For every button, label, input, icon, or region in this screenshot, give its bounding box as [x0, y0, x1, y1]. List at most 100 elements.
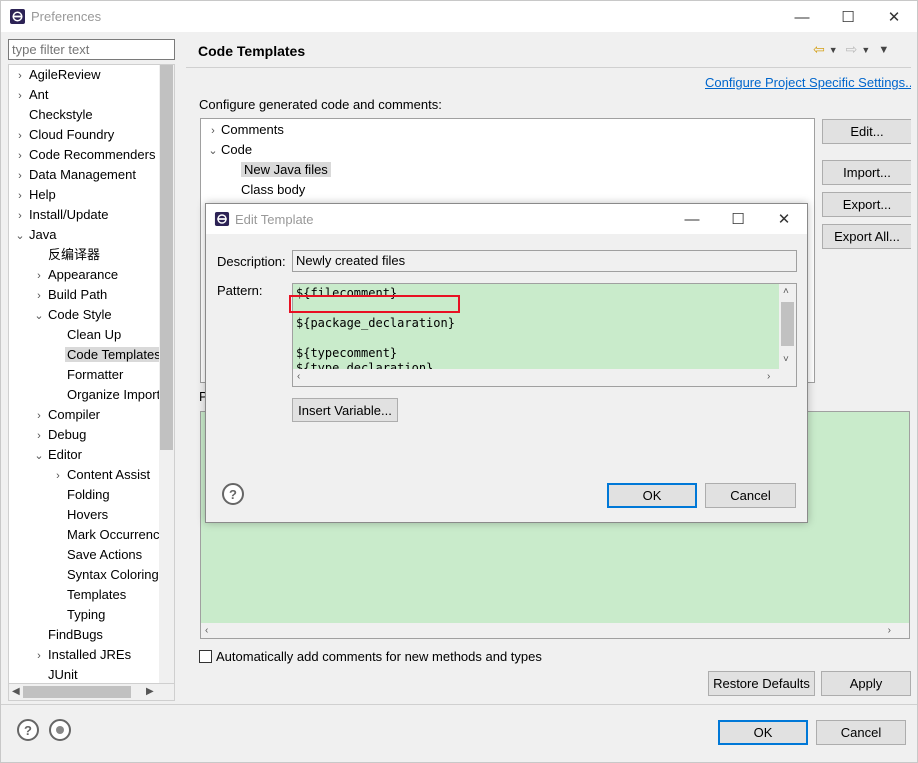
- chevron-right-icon[interactable]: ›: [13, 126, 27, 146]
- template-tree-item[interactable]: ⌄ Code: [205, 140, 252, 160]
- dialog-minimize-button[interactable]: —: [669, 207, 715, 231]
- tree-horizontal-scroll-thumb[interactable]: [23, 686, 131, 698]
- chevron-down-icon[interactable]: ⌄: [32, 306, 46, 326]
- chevron-right-icon[interactable]: ›: [32, 286, 46, 306]
- dialog-ok-button[interactable]: OK: [607, 483, 697, 508]
- auto-comments-checkbox[interactable]: [199, 650, 212, 663]
- tree-item[interactable]: › Debug: [32, 425, 88, 445]
- close-button[interactable]: ✕: [871, 5, 917, 29]
- view-menu-icon[interactable]: ▼: [878, 44, 889, 56]
- tree-item[interactable]: 反编译器: [32, 245, 102, 265]
- restore-defaults-button[interactable]: Restore Defaults: [708, 671, 815, 696]
- chevron-right-icon[interactable]: ›: [32, 406, 46, 426]
- tree-item[interactable]: JUnit: [32, 665, 80, 683]
- tree-item[interactable]: › Cloud Foundry: [13, 125, 116, 145]
- chevron-right-icon[interactable]: ›: [13, 186, 27, 206]
- tree-item[interactable]: ⌄ Code Style: [32, 305, 114, 325]
- tree-item[interactable]: › Appearance: [32, 265, 120, 285]
- template-tree-item[interactable]: New Java files: [225, 160, 331, 180]
- tree-item[interactable]: › Content Assist: [51, 465, 152, 485]
- tree-item[interactable]: Organize Imports: [51, 385, 169, 405]
- chevron-down-icon[interactable]: ⌄: [205, 141, 221, 161]
- tree-vertical-scroll-thumb[interactable]: [160, 65, 173, 450]
- tree-item[interactable]: ⌄ Editor: [32, 445, 84, 465]
- filter-input[interactable]: [8, 39, 175, 60]
- tree-item[interactable]: Checkstyle: [13, 105, 95, 125]
- tree-item[interactable]: › Build Path: [32, 285, 109, 305]
- tree-item[interactable]: FindBugs: [32, 625, 105, 645]
- tree-item[interactable]: Templates: [51, 585, 128, 605]
- chevron-right-icon[interactable]: ›: [13, 166, 27, 186]
- import-button[interactable]: Import...: [822, 160, 912, 185]
- tree-item[interactable]: Clean Up: [51, 325, 123, 345]
- tree-item[interactable]: ⌄ Java: [13, 225, 58, 245]
- chevron-right-icon[interactable]: ›: [32, 646, 46, 666]
- back-dropdown-icon[interactable]: ▼: [829, 45, 838, 55]
- chevron-right-icon[interactable]: ›: [13, 86, 27, 106]
- tree-item[interactable]: › Compiler: [32, 405, 102, 425]
- chevron-right-icon[interactable]: ›: [13, 146, 27, 166]
- dialog-help-icon[interactable]: ?: [222, 483, 244, 505]
- tree-item[interactable]: › Ant: [13, 85, 51, 105]
- help-icon[interactable]: ?: [17, 719, 39, 741]
- scroll-left-icon[interactable]: ‹: [205, 625, 208, 636]
- tree-item[interactable]: › Help: [13, 185, 58, 205]
- tree-item[interactable]: Mark Occurrences: [51, 525, 174, 545]
- scroll-right-icon[interactable]: ›: [888, 625, 891, 636]
- pattern-vertical-scrollbar[interactable]: ˄ ˅: [779, 284, 796, 371]
- chevron-right-icon[interactable]: ›: [32, 266, 46, 286]
- page-scrollbar[interactable]: [911, 35, 917, 695]
- auto-comments-option[interactable]: Automatically add comments for new metho…: [199, 649, 542, 664]
- chevron-right-icon[interactable]: ›: [13, 66, 27, 86]
- chevron-right-icon[interactable]: ›: [51, 466, 65, 486]
- pattern-vertical-scroll-thumb[interactable]: [781, 302, 794, 346]
- edit-button[interactable]: Edit...: [822, 119, 912, 144]
- apply-button[interactable]: Apply: [821, 671, 911, 696]
- back-arrow-icon[interactable]: ⇦: [813, 41, 825, 58]
- tree-item[interactable]: › Installed JREs: [32, 645, 133, 665]
- tree-item[interactable]: Typing: [51, 605, 107, 625]
- chevron-down-icon[interactable]: ⌄: [13, 226, 27, 246]
- scroll-left-icon[interactable]: ◀: [12, 686, 20, 697]
- tree-item[interactable]: Folding: [51, 485, 112, 505]
- chevron-right-icon[interactable]: ›: [32, 426, 46, 446]
- scroll-down-icon[interactable]: ˅: [783, 354, 789, 365]
- chevron-right-icon[interactable]: ›: [205, 121, 221, 141]
- dialog-close-button[interactable]: ✕: [761, 207, 807, 231]
- template-tree-item[interactable]: › Comments: [205, 120, 284, 140]
- tree-horizontal-scrollbar[interactable]: ◀ ▶: [8, 684, 175, 701]
- tree-item[interactable]: › Code Recommenders: [13, 145, 157, 165]
- scroll-up-icon[interactable]: ˄: [783, 286, 789, 297]
- scroll-right-icon[interactable]: ›: [767, 371, 770, 382]
- dialog-maximize-button[interactable]: ☐: [715, 207, 761, 231]
- scroll-right-icon[interactable]: ▶: [146, 686, 154, 697]
- chevron-right-icon[interactable]: ›: [13, 206, 27, 226]
- tree-item[interactable]: › AgileReview: [13, 65, 103, 85]
- dialog-cancel-button[interactable]: Cancel: [705, 483, 796, 508]
- scroll-left-icon[interactable]: ‹: [297, 371, 300, 382]
- tree-item[interactable]: Save Actions: [51, 545, 144, 565]
- tree-item[interactable]: Formatter: [51, 365, 125, 385]
- chevron-down-icon[interactable]: ⌄: [32, 446, 46, 466]
- tree-item[interactable]: › Install/Update: [13, 205, 111, 225]
- tree-item[interactable]: Hovers: [51, 505, 110, 525]
- pattern-horizontal-scrollbar[interactable]: ‹ ›: [293, 369, 796, 386]
- export-button[interactable]: Export...: [822, 192, 912, 217]
- forward-dropdown-icon[interactable]: ▼: [861, 45, 870, 55]
- description-field[interactable]: Newly created files: [292, 250, 797, 272]
- tree-vertical-scrollbar[interactable]: [159, 65, 174, 683]
- minimize-button[interactable]: —: [779, 5, 825, 29]
- tree-item[interactable]: Code Templates: [51, 345, 163, 365]
- template-tree-item[interactable]: Class body: [225, 180, 305, 200]
- preview-horizontal-scrollbar[interactable]: ‹ ›: [201, 623, 909, 638]
- ok-button[interactable]: OK: [718, 720, 808, 745]
- tree-item[interactable]: Syntax Coloring: [51, 565, 161, 585]
- export-all-button[interactable]: Export All...: [822, 224, 912, 249]
- insert-variable-button[interactable]: Insert Variable...: [292, 398, 398, 422]
- configure-project-settings-link[interactable]: Configure Project Specific Settings...: [705, 75, 916, 90]
- forward-arrow-icon[interactable]: ⇨: [846, 41, 858, 58]
- tree-item[interactable]: › Data Management: [13, 165, 138, 185]
- cancel-button[interactable]: Cancel: [816, 720, 906, 745]
- maximize-button[interactable]: ☐: [825, 5, 871, 29]
- preferences-import-icon[interactable]: [49, 719, 71, 741]
